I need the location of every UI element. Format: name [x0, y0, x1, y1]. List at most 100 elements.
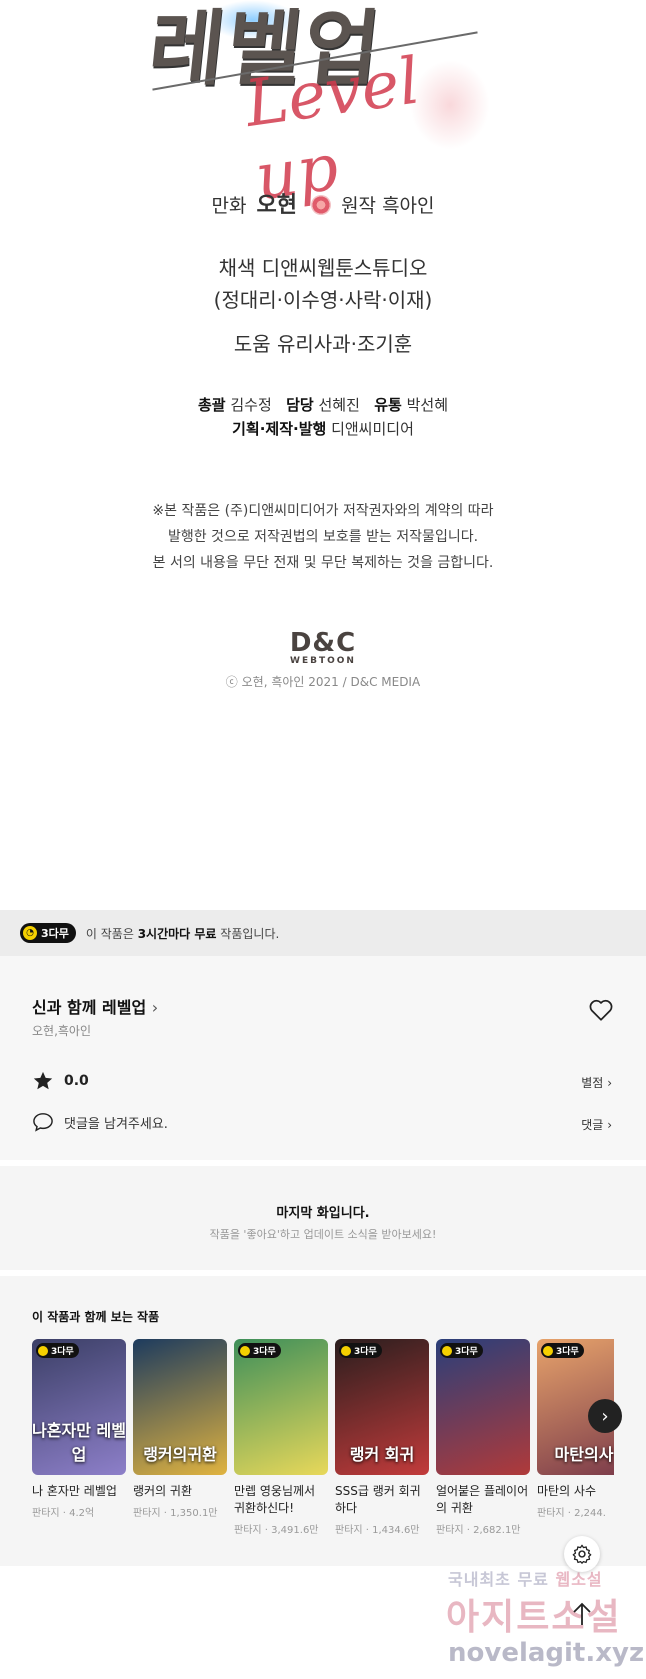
settings-button[interactable] [564, 1536, 600, 1572]
recommendation-thumbnail: 랭커의귀환 [133, 1339, 227, 1475]
comment-prompt: 댓글을 남겨주세요. [64, 1116, 168, 1132]
work-info-panel: 신과 함께 레벨업 › 오현,흑아인 0.0 별점 › 댓글을 남겨주세요. 댓… [0, 956, 646, 1160]
free-info-text: 이 작품은 3시간마다 무료 작품입니다. [86, 925, 279, 942]
last-episode-title: 마지막 화입니다. [276, 1206, 370, 1221]
watermark-text-b: 웹소설 [555, 1570, 603, 1589]
staff-name: 디앤씨미디어 [331, 420, 414, 438]
recommendation-title: 랭커의 귀환 [133, 1484, 193, 1498]
recommendation-title: SSS급 랭커 회귀하다 [335, 1484, 421, 1515]
recommendation-card[interactable]: 3다무나혼자만 레벨업나 혼자만 레벨업판타지 · 4.2억 [32, 1339, 126, 1519]
recommendation-title: 얼어붙은 플레이어의 귀환 [436, 1484, 529, 1515]
artist-name: 오현 [256, 193, 297, 218]
free-badge: 3다무 [440, 1343, 483, 1358]
chevron-right-icon: › [607, 1076, 612, 1090]
publisher-logo: D&C WEBTOON [0, 628, 646, 666]
free-badge-label: 3다무 [354, 1347, 377, 1357]
recommendation-thumbnail: 3다무랭커 회귀 [335, 1339, 429, 1475]
recommendation-meta: 판타지 · 2,682.1만 [436, 1525, 521, 1536]
recommendation-title: 만렙 영웅님께서 귀환하신다! [234, 1484, 316, 1515]
free-text-pre: 이 작품은 [85, 926, 138, 941]
recommendation-meta: 판타지 · 3,491.6만 [234, 1525, 319, 1536]
color-credit: 채색 디앤씨웹툰스튜디오 [218, 256, 428, 280]
free-badge: ◔ 3다무 [20, 923, 76, 943]
free-badge: 3다무 [238, 1343, 281, 1358]
recommendation-thumbnail: 3다무 [436, 1339, 530, 1475]
chevron-right-icon: › [607, 1118, 612, 1132]
recommendation-title: 마탄의 사수 [537, 1484, 597, 1498]
title-logo: 레벨업 Level up [144, 0, 490, 215]
rating-link[interactable]: 별점 › [581, 1074, 612, 1091]
recommendation-thumbnail: 3다무나혼자만 레벨업 [32, 1339, 126, 1475]
clock-icon [38, 1345, 48, 1356]
recommendation-card[interactable]: 3다무랭커 회귀 SSS급 랭커 회귀하다판타지 · 1,434.6만 [335, 1339, 429, 1536]
recommendation-meta: 판타지 · 1,434.6만 [335, 1525, 420, 1536]
star-icon [33, 1071, 53, 1090]
clock-icon [341, 1345, 351, 1356]
credits-panel: 레벨업 Level up 만화 오현 원작 흑아인 채색 디앤씨웹툰스튜디오 (… [0, 0, 646, 910]
logo-decoration [410, 60, 490, 150]
watermark-line-3: novelagit.xyz [448, 1638, 645, 1668]
staff-name: 김수정 [230, 396, 272, 414]
recommendation-meta: 판타지 · 4.2억 [32, 1508, 95, 1519]
free-info-bar: ◔ 3다무 이 작품은 3시간마다 무료 작품입니다. [0, 910, 646, 956]
clock-icon [240, 1345, 250, 1356]
writer-name: 흑아인 [382, 195, 435, 217]
staff-line-2: 기획·제작·발행 디앤씨미디어 [0, 418, 646, 439]
scroll-top-button[interactable] [562, 1594, 602, 1634]
publisher-logo-sub: WEBTOON [290, 656, 356, 666]
clock-icon: ◔ [23, 926, 37, 940]
last-episode-panel: 마지막 화입니다. 작품을 '좋아요'하고 업데이트 소식을 받아보세요! [0, 1166, 646, 1270]
recommendation-title: 나 혼자만 레벨업 [32, 1484, 117, 1498]
rating-value: 0.0 [64, 1073, 89, 1089]
watermark-text-a: 국내최초 무료 [448, 1570, 549, 1589]
comment-row[interactable]: 댓글을 남겨주세요. [32, 1112, 168, 1132]
last-episode-subtitle: 작품을 '좋아요'하고 업데이트 소식을 받아보세요! [209, 1228, 437, 1241]
copyright-notice-2: 발행한 것으로 저작권법의 보호를 받는 저작물입니다. [167, 529, 479, 545]
free-badge-label: 3다무 [51, 1347, 74, 1357]
carousel-next-button[interactable]: › [588, 1399, 622, 1433]
copyright-notice-3: 본 서의 내용을 무단 전재 및 무단 복제하는 것을 금합니다. [152, 555, 494, 571]
thumbnail-title-art: 나혼자만 레벨업 [32, 1421, 126, 1464]
recommendation-thumbnail: 3다무 [234, 1339, 328, 1475]
free-badge: 3다무 [541, 1343, 584, 1358]
clock-icon [543, 1345, 553, 1356]
work-title-link[interactable]: 신과 함께 레벨업 › [32, 994, 158, 1018]
staff-name: 선혜진 [318, 396, 360, 414]
free-badge-label: 3다무 [556, 1347, 579, 1357]
recommendation-card[interactable]: 랭커의귀환랭커의 귀환판타지 · 1,350.1만 [133, 1339, 227, 1519]
staff-label: 총괄 [197, 396, 226, 414]
publisher-logo-main: D&C [289, 628, 357, 658]
recommendation-meta: 판타지 · 1,350.1만 [133, 1508, 218, 1519]
role-original: 원작 [341, 195, 377, 217]
comment-link-label: 댓글 [581, 1118, 604, 1132]
free-badge: 3다무 [339, 1343, 382, 1358]
recommendations-section: 이 작품과 함께 보는 작품 3다무 나혼자만 레벨업 나 혼자만 레벨업 판타지 ·… [0, 1276, 646, 1566]
comment-link[interactable]: 댓글 › [581, 1116, 612, 1133]
recommendation-card[interactable]: 3다무얼어붙은 플레이어의 귀환판타지 · 2,682.1만 [436, 1339, 530, 1536]
free-badge: 3다무 [36, 1343, 79, 1358]
work-title: 신과 함께 레벨업 [32, 998, 147, 1017]
heart-icon[interactable] [588, 998, 614, 1022]
staff-label: 기획·제작·발행 [232, 420, 327, 438]
thumbnail-title-art: 마탄의사 [554, 1445, 614, 1464]
recommendations-carousel: 3다무 나혼자만 레벨업 나 혼자만 레벨업 판타지 · 4.2억 랭커의귀환 랭커의 귀… [32, 1339, 614, 1539]
chevron-right-icon: › [601, 1405, 609, 1427]
free-badge-label: 3다무 [253, 1347, 276, 1357]
comment-icon [33, 1113, 53, 1132]
recommendation-card[interactable]: 3다무만렙 영웅님께서 귀환하신다! 판타지 · 3,491.6만 [234, 1339, 328, 1536]
rating-row: 0.0 [32, 1070, 89, 1092]
clock-icon [442, 1345, 452, 1356]
role-art: 만화 [211, 195, 247, 217]
chevron-right-icon: › [151, 998, 159, 1017]
work-authors: 오현,흑아인 [32, 1024, 92, 1038]
arrow-up-icon [573, 1602, 591, 1625]
site-watermark: 국내최초 무료 웹소설 아지트소설 novelagit.xyz [440, 1566, 646, 1679]
gear-icon [572, 1544, 592, 1564]
staff-line-1: 총괄 김수정 담당 선혜진 유통 박선혜 [0, 394, 646, 415]
copyright-notice-1: ※본 작품은 (주)디앤씨미디어가 저작권자와의 계약의 따라 [152, 503, 494, 519]
free-text-bold: 3시간마다 무료 [137, 926, 217, 941]
staff-label: 유통 [374, 396, 402, 414]
rating-link-label: 별점 [581, 1076, 604, 1090]
thumbnail-title-art: 랭커 회귀 [349, 1445, 415, 1464]
color-members: (정대리·이수영·사락·이재) [213, 288, 433, 312]
